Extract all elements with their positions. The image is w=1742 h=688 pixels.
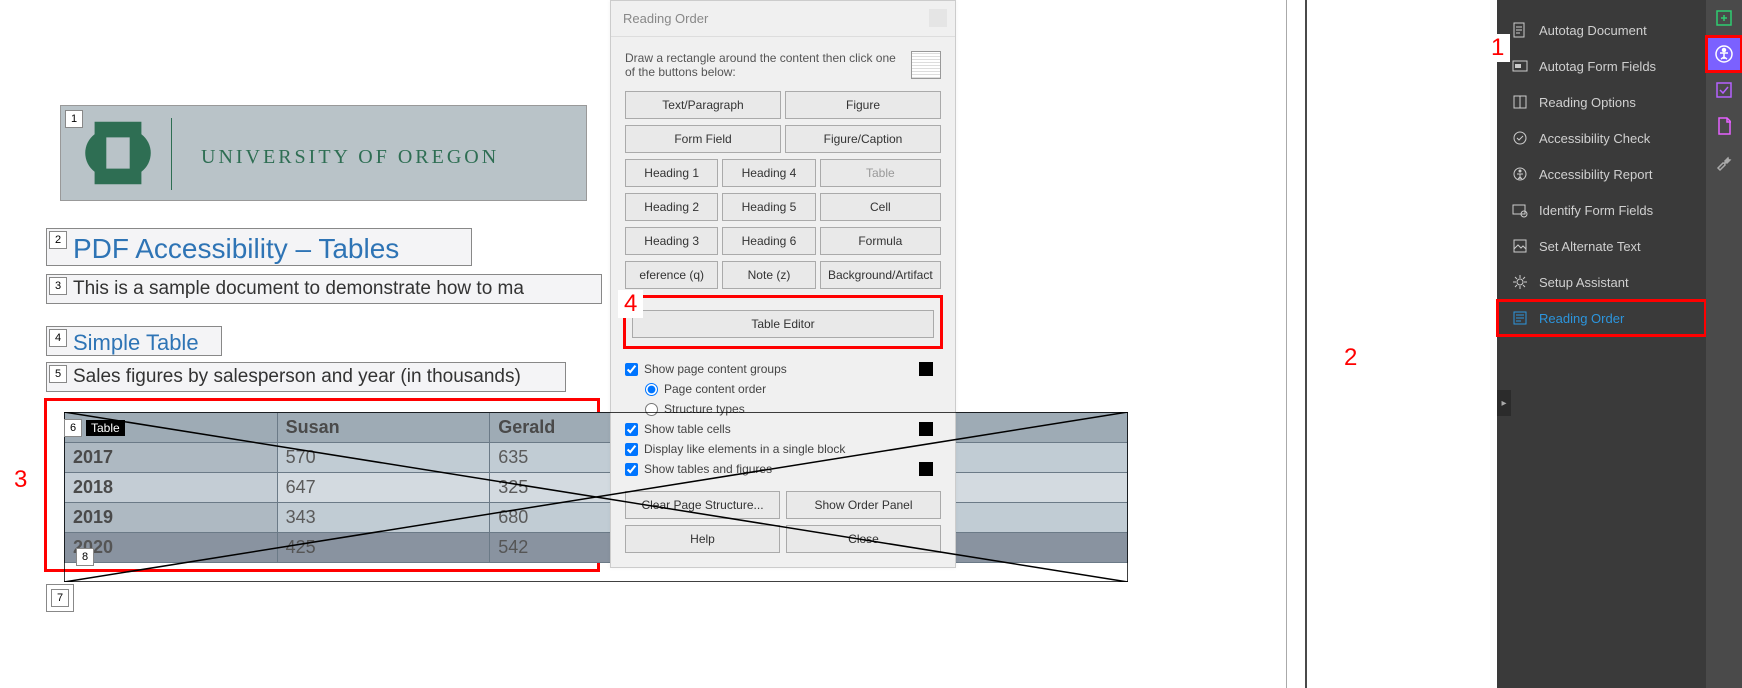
set-alternate-text[interactable]: Set Alternate Text xyxy=(1497,228,1706,264)
p1-text: This is a sample document to demonstrate… xyxy=(47,275,601,303)
table-cross-overlay xyxy=(64,412,1128,582)
color-swatch[interactable] xyxy=(919,362,933,376)
close-icon[interactable] xyxy=(929,9,947,27)
p2-text: Sales figures by salesperson and year (i… xyxy=(47,363,565,391)
annotation-2: 2 xyxy=(1338,344,1363,372)
reading-options[interactable]: Reading Options xyxy=(1497,84,1706,120)
show-groups-check[interactable]: Show page content groups xyxy=(625,359,941,379)
image-icon xyxy=(1511,237,1529,255)
tag-number-5: 5 xyxy=(49,365,67,383)
logo-text: UNIVERSITY OF OREGON xyxy=(201,146,499,169)
page-edge xyxy=(1286,0,1287,688)
oregon-o-icon xyxy=(79,114,157,192)
form-field-button[interactable]: Form Field xyxy=(625,125,781,153)
tool-strip xyxy=(1706,0,1742,688)
autotag-form-fields[interactable]: Autotag Form Fields xyxy=(1497,48,1706,84)
identify-form-fields[interactable]: Identify Form Fields xyxy=(1497,192,1706,228)
table-editor-button[interactable]: Table Editor xyxy=(632,310,934,338)
checkbox[interactable] xyxy=(625,363,638,376)
rp-label: Identify Form Fields xyxy=(1539,203,1653,218)
heading5-button[interactable]: Heading 5 xyxy=(722,193,815,221)
dialog-title: Reading Order xyxy=(623,11,708,26)
heading-2: 4 Simple Table xyxy=(46,326,222,356)
accessibility-tool-icon[interactable] xyxy=(1706,36,1742,72)
tag-number-8: 8 xyxy=(76,548,94,566)
dialog-title-bar[interactable]: Reading Order xyxy=(611,1,955,37)
reference-button[interactable]: eference (q) xyxy=(625,261,718,289)
table-label: Table xyxy=(86,420,125,436)
heading-1: 2 PDF Accessibility – Tables xyxy=(46,228,472,266)
annotation-3: 3 xyxy=(8,466,33,494)
note-button[interactable]: Note (z) xyxy=(722,261,815,289)
rp-label: Reading Order xyxy=(1539,311,1624,326)
setup-assistant[interactable]: Setup Assistant xyxy=(1497,264,1706,300)
heading2-button[interactable]: Heading 2 xyxy=(625,193,718,221)
collapse-handle[interactable]: ▸ xyxy=(1497,390,1511,416)
h1-text: PDF Accessibility – Tables xyxy=(47,229,471,269)
heading6-button[interactable]: Heading 6 xyxy=(722,227,815,255)
table-button[interactable]: Table xyxy=(820,159,941,187)
check-label: Show page content groups xyxy=(644,362,787,376)
annotation-1: 1 xyxy=(1485,34,1510,62)
export-icon[interactable] xyxy=(1706,0,1742,36)
accessibility-panel: Autotag Document Autotag Form Fields Rea… xyxy=(1497,0,1706,688)
autotag-document[interactable]: Autotag Document xyxy=(1497,12,1706,48)
background-button[interactable]: Background/Artifact xyxy=(820,261,941,289)
rp-label: Setup Assistant xyxy=(1539,275,1629,290)
order-icon xyxy=(1511,309,1529,327)
rp-label: Accessibility Report xyxy=(1539,167,1652,182)
reading-order[interactable]: Reading Order xyxy=(1497,300,1706,336)
formula-button[interactable]: Formula xyxy=(820,227,941,255)
radio-label: Page content order xyxy=(664,382,766,396)
accessibility-report[interactable]: Accessibility Report xyxy=(1497,156,1706,192)
logo-block: 1 UNIVERSITY OF OREGON xyxy=(60,105,587,201)
tag-number-2: 2 xyxy=(49,231,67,249)
cell-button[interactable]: Cell xyxy=(820,193,941,221)
rp-label: Set Alternate Text xyxy=(1539,239,1641,254)
form-icon xyxy=(1511,57,1529,75)
check-icon xyxy=(1511,129,1529,147)
checkbox-tool-icon[interactable] xyxy=(1706,72,1742,108)
panel-divider xyxy=(1305,0,1307,688)
identify-icon xyxy=(1511,201,1529,219)
accessibility-check[interactable]: Accessibility Check xyxy=(1497,120,1706,156)
rp-label: Reading Options xyxy=(1539,95,1636,110)
wrench-icon[interactable] xyxy=(1706,144,1742,180)
rp-label: Autotag Document xyxy=(1539,23,1647,38)
paragraph-1: 3 This is a sample document to demonstra… xyxy=(46,274,602,304)
text-paragraph-button[interactable]: Text/Paragraph xyxy=(625,91,781,119)
paragraph-2: 5 Sales figures by salesperson and year … xyxy=(46,362,566,392)
logo-divider xyxy=(171,118,172,190)
tag-7-box: 7 xyxy=(46,584,74,612)
heading1-button[interactable]: Heading 1 xyxy=(625,159,718,187)
tag-number-3: 3 xyxy=(49,277,67,295)
table-editor-highlight: Table Editor xyxy=(623,295,943,349)
tag-number-4: 4 xyxy=(49,329,67,347)
tag-number-6: 6 xyxy=(64,419,82,437)
document-icon xyxy=(1511,21,1529,39)
page-order-radio[interactable]: Page content order xyxy=(625,379,941,399)
dialog-instruction: Draw a rectangle around the content then… xyxy=(625,51,941,79)
gear-icon xyxy=(1511,273,1529,291)
h2-text: Simple Table xyxy=(47,327,221,359)
tag-number-7: 7 xyxy=(51,589,69,607)
instruction-text: Draw a rectangle around the content then… xyxy=(625,51,896,79)
radio[interactable] xyxy=(645,383,658,396)
page-tool-icon[interactable] xyxy=(1706,108,1742,144)
figure-caption-button[interactable]: Figure/Caption xyxy=(785,125,941,153)
selection-icon xyxy=(911,51,941,79)
book-icon xyxy=(1511,93,1529,111)
accessibility-icon xyxy=(1511,165,1529,183)
rp-label: Accessibility Check xyxy=(1539,131,1650,146)
heading4-button[interactable]: Heading 4 xyxy=(722,159,815,187)
annotation-4: 4 xyxy=(618,290,643,318)
figure-button[interactable]: Figure xyxy=(785,91,941,119)
heading3-button[interactable]: Heading 3 xyxy=(625,227,718,255)
rp-label: Autotag Form Fields xyxy=(1539,59,1656,74)
